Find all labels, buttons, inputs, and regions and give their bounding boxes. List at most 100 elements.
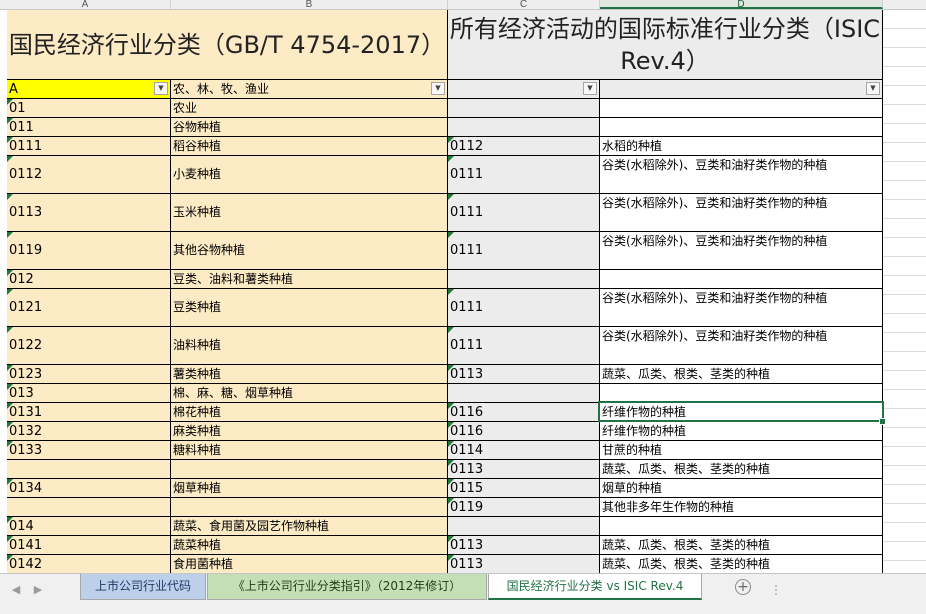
cell-name-isic[interactable]: 烟草的种植 [600, 479, 883, 498]
cell-name-isic[interactable]: 谷类(水稻除外)、豆类和油籽类作物的种植 [600, 194, 883, 232]
cell-code-gb[interactable]: 0121 [7, 289, 171, 327]
cell-code-gb[interactable]: 0132 [7, 422, 171, 441]
cell-code-gb[interactable]: 0131 [7, 403, 171, 422]
cell-name-gb[interactable]: 棉花种植 [171, 403, 448, 422]
cell-name-isic[interactable] [600, 99, 883, 118]
sheet-tab-listed-company-codes[interactable]: 上市公司行业代码 [80, 574, 206, 600]
add-sheet-icon[interactable]: + [735, 579, 751, 595]
column-header-a[interactable]: A [0, 0, 171, 9]
cell-code-gb[interactable]: 0142 [7, 555, 171, 573]
cell-code-isic[interactable]: 0111 [448, 232, 600, 270]
cell-code-gb[interactable]: 014 [7, 517, 171, 536]
cell-code-isic[interactable] [448, 270, 600, 289]
cell-name-isic[interactable]: 蔬菜、瓜类、根类、茎类的种植 [600, 365, 883, 384]
cell-code-gb[interactable]: 012 [7, 270, 171, 289]
cell-name-gb[interactable]: 谷物种植 [171, 118, 448, 137]
cell-code-gb[interactable]: 011 [7, 118, 171, 137]
cell-code-isic[interactable]: 0116 [448, 422, 600, 441]
cell-code-isic[interactable]: 0115 [448, 479, 600, 498]
cell-code-isic[interactable] [448, 384, 600, 403]
prev-sheet-icon[interactable]: ◀ [8, 582, 24, 598]
filter-cell-b[interactable]: 农、林、牧、渔业 ▼ [171, 80, 448, 99]
cell-code-gb[interactable]: 0141 [7, 536, 171, 555]
next-sheet-icon[interactable]: ▶ [30, 582, 46, 598]
cell-name-isic[interactable]: 水稻的种植 [600, 137, 883, 156]
filter-dropdown-c-icon[interactable]: ▼ [583, 82, 597, 95]
cell-name-gb[interactable] [171, 498, 448, 517]
cell-name-gb[interactable]: 油料种植 [171, 327, 448, 365]
cell-name-gb[interactable]: 蔬菜种植 [171, 536, 448, 555]
cell-name-isic[interactable]: 甘蔗的种植 [600, 441, 883, 460]
cell-code-gb[interactable] [7, 460, 171, 479]
cell-code-isic[interactable]: 0119 [448, 498, 600, 517]
filter-dropdown-b-icon[interactable]: ▼ [431, 82, 445, 95]
cell-code-isic[interactable]: 0111 [448, 289, 600, 327]
filter-dropdown-d-icon[interactable]: ▼ [866, 82, 880, 95]
cell-code-gb[interactable] [7, 498, 171, 517]
cell-code-isic[interactable]: 0114 [448, 441, 600, 460]
cell-name-isic[interactable] [600, 384, 883, 403]
cell-code-gb[interactable]: 0113 [7, 194, 171, 232]
cell-code-isic[interactable]: 0113 [448, 460, 600, 479]
cell-name-isic[interactable]: 其他非多年生作物的种植 [600, 498, 883, 517]
cell-name-isic[interactable]: 纤维作物的种植 [600, 403, 883, 422]
cell-code-gb[interactable]: 0133 [7, 441, 171, 460]
cell-code-isic[interactable]: 0113 [448, 365, 600, 384]
cell-code-isic[interactable]: 0111 [448, 156, 600, 194]
cell-code-isic[interactable]: 0111 [448, 327, 600, 365]
cell-code-gb[interactable]: 01 [7, 99, 171, 118]
cell-name-gb[interactable]: 蔬菜、食用菌及园艺作物种植 [171, 517, 448, 536]
cell-name-gb[interactable] [171, 460, 448, 479]
cell-name-isic[interactable]: 蔬菜、瓜类、根类、茎类的种植 [600, 460, 883, 479]
title-right-cell[interactable]: 所有经济活动的国际标准行业分类（ISIC Rev.4） [448, 10, 883, 80]
cell-code-isic[interactable] [448, 118, 600, 137]
cell-name-isic[interactable]: 谷类(水稻除外)、豆类和油籽类作物的种植 [600, 289, 883, 327]
cell-name-gb[interactable]: 麻类种植 [171, 422, 448, 441]
filter-dropdown-a-icon[interactable]: ▼ [154, 82, 168, 95]
sheet-tab-gb-vs-isic[interactable]: 国民经济行业分类 vs ISIC Rev.4 [488, 574, 702, 600]
cell-code-isic[interactable]: 0113 [448, 555, 600, 573]
cell-name-gb[interactable]: 农业 [171, 99, 448, 118]
cell-name-isic[interactable] [600, 270, 883, 289]
column-header-b[interactable]: B [171, 0, 448, 9]
more-tabs-icon[interactable]: ⋮ [770, 583, 782, 597]
cell-name-gb[interactable]: 稻谷种植 [171, 137, 448, 156]
cell-code-isic[interactable]: 0113 [448, 536, 600, 555]
cell-code-isic[interactable] [448, 99, 600, 118]
cell-name-gb[interactable]: 豆类种植 [171, 289, 448, 327]
cell-name-gb[interactable]: 小麦种植 [171, 156, 448, 194]
cell-name-gb[interactable]: 食用菌种植 [171, 555, 448, 573]
cell-name-isic[interactable]: 蔬菜、瓜类、根类、茎类的种植 [600, 555, 883, 573]
cell-name-isic[interactable] [600, 118, 883, 137]
cell-name-gb[interactable]: 其他谷物种植 [171, 232, 448, 270]
cell-code-isic[interactable]: 0111 [448, 194, 600, 232]
cell-name-gb[interactable]: 豆类、油料和薯类种植 [171, 270, 448, 289]
cell-name-isic[interactable]: 谷类(水稻除外)、豆类和油籽类作物的种植 [600, 327, 883, 365]
cell-name-gb[interactable]: 薯类种植 [171, 365, 448, 384]
cell-code-gb[interactable]: 0119 [7, 232, 171, 270]
cell-name-isic[interactable]: 谷类(水稻除外)、豆类和油籽类作物的种植 [600, 156, 883, 194]
cell-code-gb[interactable]: 0111 [7, 137, 171, 156]
filter-cell-c[interactable]: ▼ [448, 80, 600, 99]
filter-cell-a[interactable]: A ▼ [7, 80, 171, 99]
title-left-cell[interactable]: 国民经济行业分类（GB/T 4754-2017） [7, 10, 448, 80]
sheet-tab-classification-guide[interactable]: 《上市公司行业分类指引》（2012年修订） [207, 574, 487, 600]
filter-cell-d[interactable]: ▼ [600, 80, 883, 99]
cell-code-isic[interactable]: 0112 [448, 137, 600, 156]
empty-column-area[interactable] [883, 10, 926, 573]
cell-name-isic[interactable] [600, 517, 883, 536]
cell-name-isic[interactable]: 蔬菜、瓜类、根类、茎类的种植 [600, 536, 883, 555]
spreadsheet-grid[interactable]: A B C D 国民经济行业分类（GB/T 4754-2017） 所有经济活动的… [0, 0, 926, 573]
cell-name-gb[interactable]: 糖料种植 [171, 441, 448, 460]
cell-name-isic[interactable]: 谷类(水稻除外)、豆类和油籽类作物的种植 [600, 232, 883, 270]
cell-code-gb[interactable]: 0134 [7, 479, 171, 498]
cell-code-isic[interactable]: 0116 [448, 403, 600, 422]
cell-code-isic[interactable] [448, 517, 600, 536]
fill-handle[interactable] [879, 418, 886, 425]
cell-code-gb[interactable]: 0123 [7, 365, 171, 384]
cell-code-gb[interactable]: 0122 [7, 327, 171, 365]
cell-code-gb[interactable]: 013 [7, 384, 171, 403]
cell-name-gb[interactable]: 烟草种植 [171, 479, 448, 498]
cell-name-isic[interactable]: 纤维作物的种植 [600, 422, 883, 441]
column-header-d[interactable]: D [600, 0, 883, 9]
